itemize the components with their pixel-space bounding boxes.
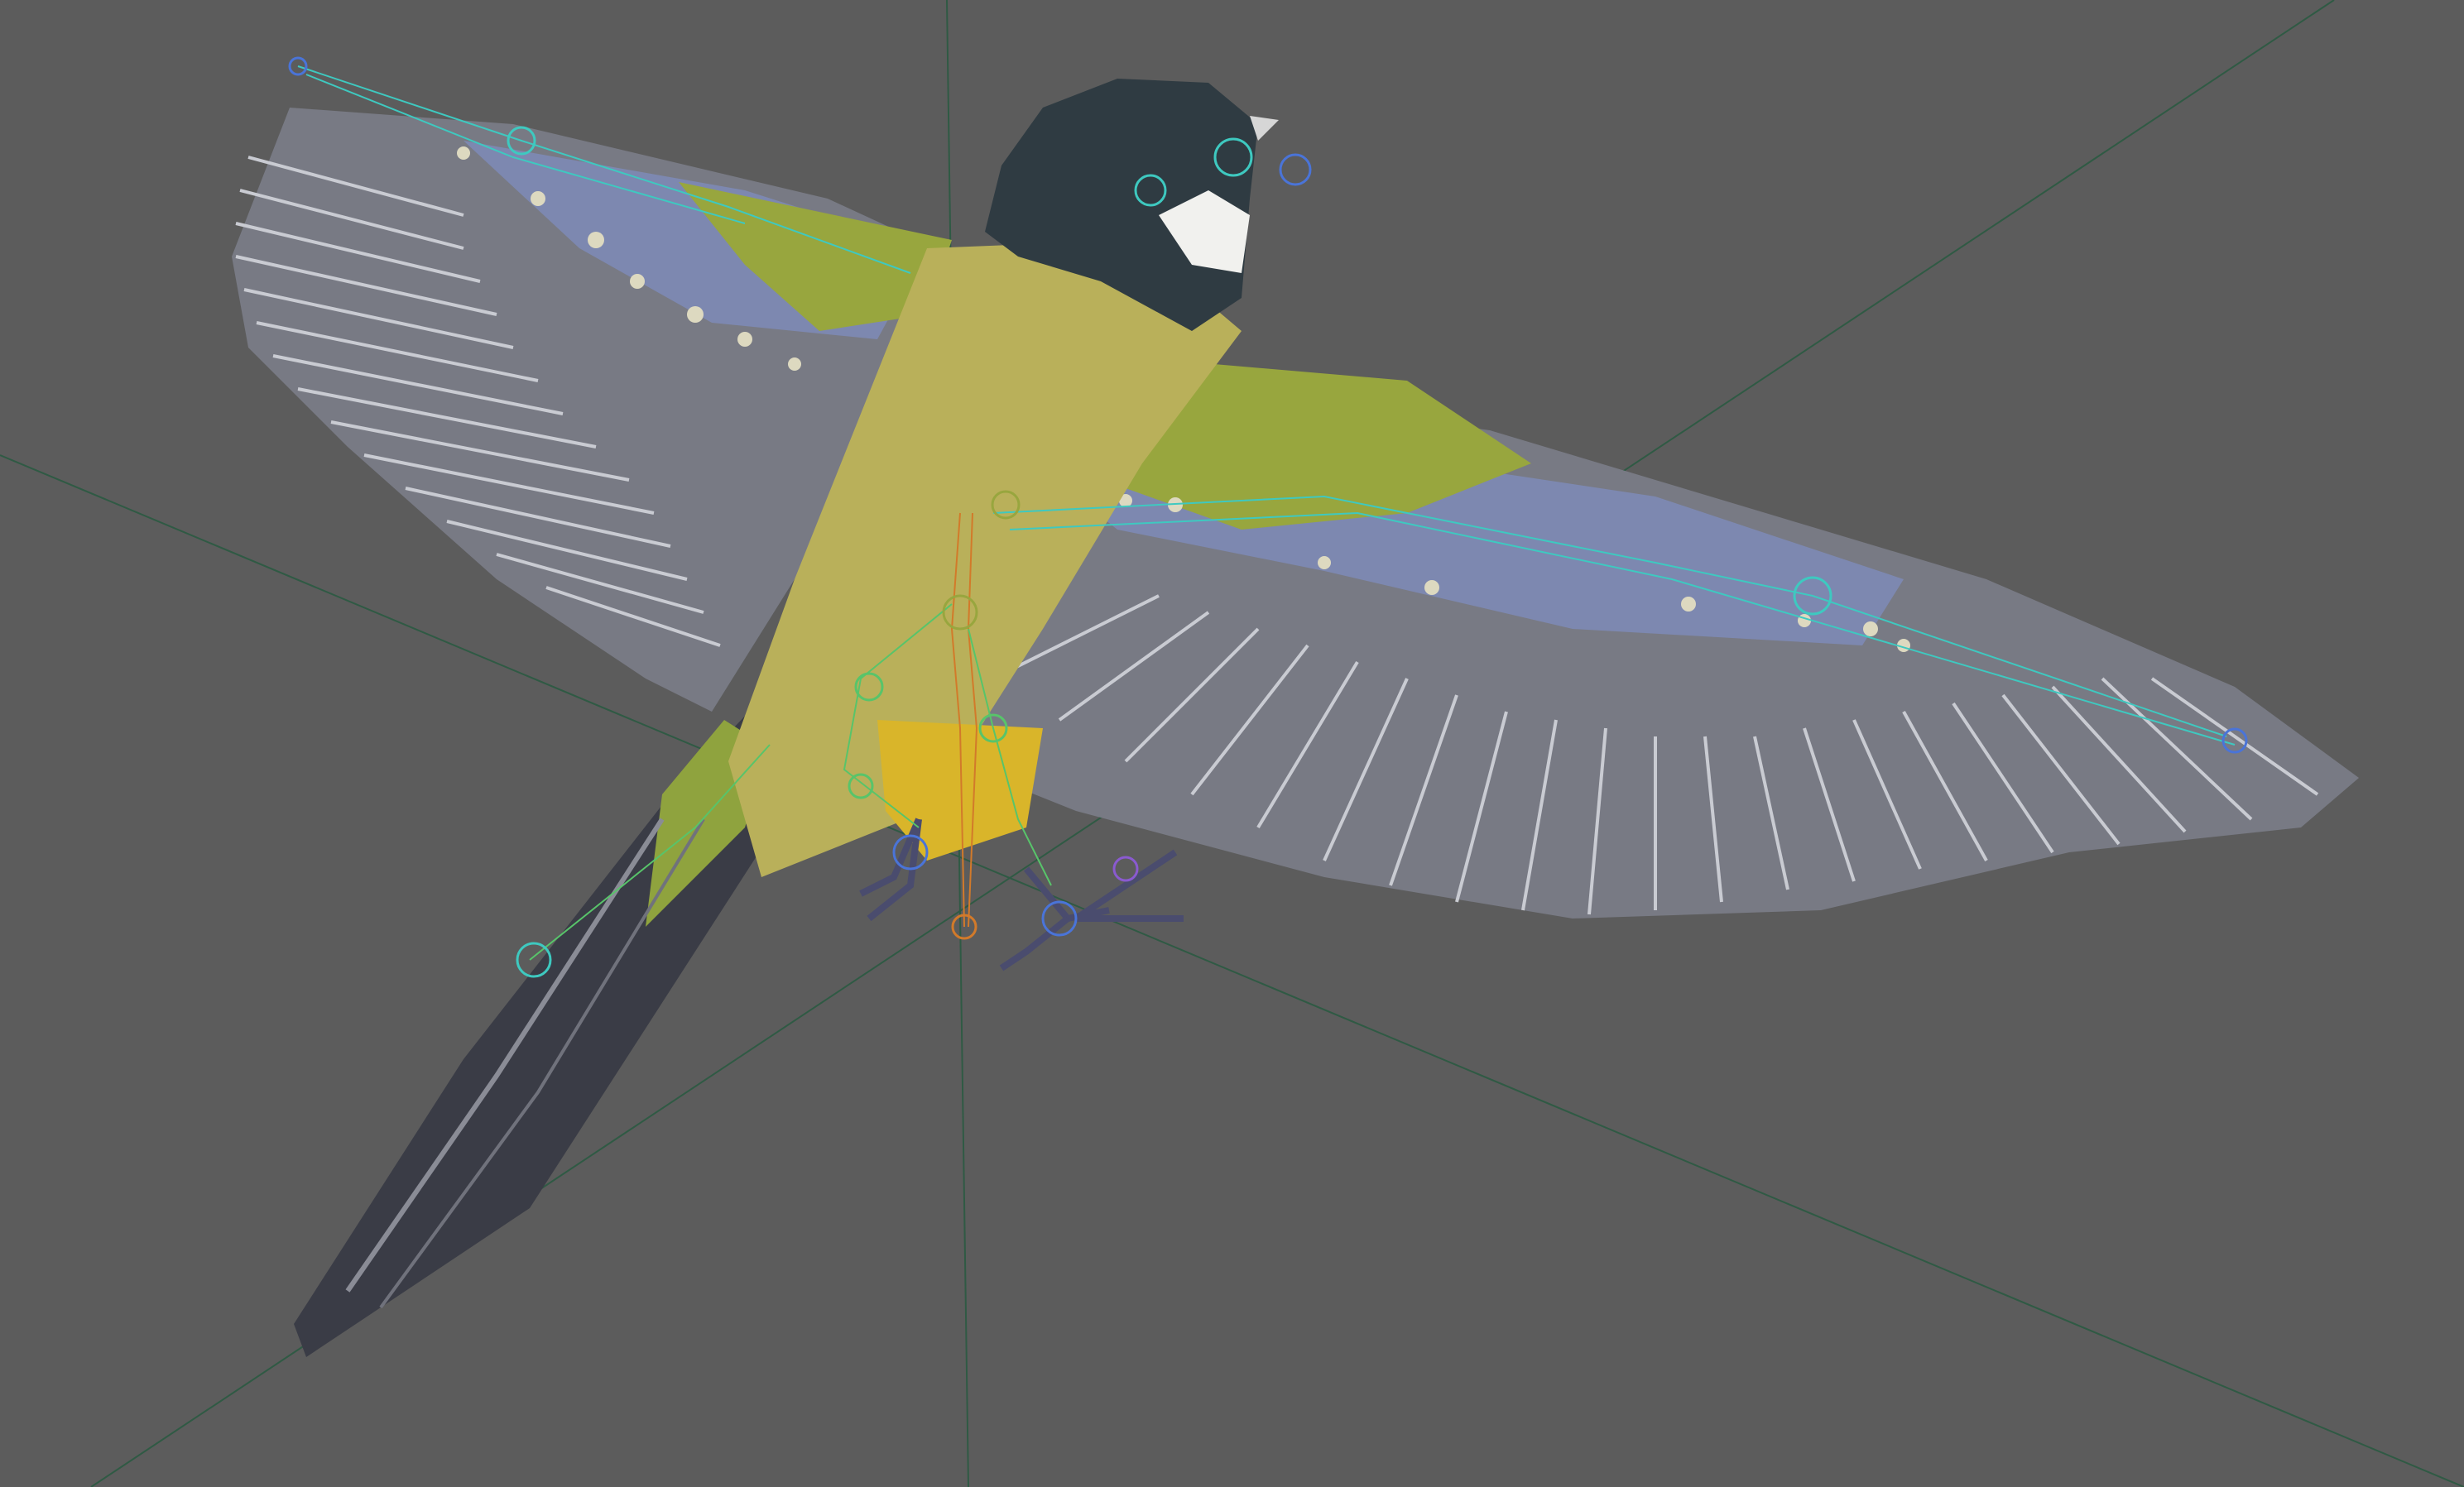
joint-control-icon[interactable] bbox=[1279, 153, 1312, 186]
viewport-canvas[interactable] bbox=[0, 0, 2464, 1487]
joint-control-icon[interactable] bbox=[1112, 856, 1139, 882]
3d-viewport[interactable] bbox=[0, 0, 2464, 1487]
bird-feet bbox=[859, 818, 1184, 971]
bird-tail bbox=[294, 712, 795, 1357]
